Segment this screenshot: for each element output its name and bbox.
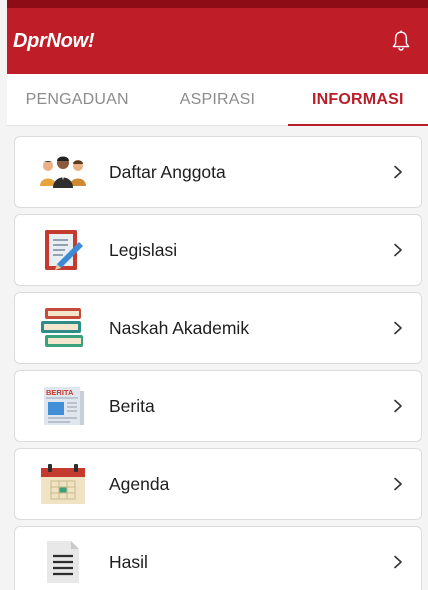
menu-item-legislasi[interactable]: Legislasi <box>14 214 422 286</box>
chevron-right-icon <box>391 399 405 413</box>
menu-item-label: Hasil <box>109 551 148 572</box>
chevron-right-icon <box>391 321 405 335</box>
menu-item-label: Naskah Akademik <box>109 317 250 338</box>
screen: DprNow! PENGADUAN ASPIRASI INFORMASI Daf… <box>0 0 428 590</box>
bell-icon[interactable] <box>390 29 412 53</box>
menu-item-label: Agenda <box>109 473 170 494</box>
tab-aspirasi[interactable]: ASPIRASI <box>147 74 287 125</box>
menu-item-berita[interactable]: BERITA Berita <box>14 370 422 442</box>
tab-bar: PENGADUAN ASPIRASI INFORMASI <box>7 74 428 126</box>
menu-item-hasil[interactable]: Hasil <box>14 526 422 590</box>
menu-item-label: Legislasi <box>109 239 178 260</box>
document-icon <box>35 536 91 588</box>
legislation-icon <box>35 224 91 276</box>
menu-item-naskah-akademik[interactable]: Naskah Akademik <box>14 292 422 364</box>
members-icon <box>35 146 91 198</box>
menu-item-agenda[interactable]: Agenda <box>14 448 422 520</box>
tab-informasi[interactable]: INFORMASI <box>287 74 428 126</box>
books-icon <box>35 302 91 354</box>
newspaper-badge-text: BERITA <box>46 388 74 397</box>
menu-item-label: Berita <box>109 395 155 416</box>
chevron-right-icon <box>391 165 405 179</box>
app-bar: DprNow! <box>7 8 428 74</box>
chevron-right-icon <box>391 243 405 257</box>
status-bar <box>7 0 428 8</box>
newspaper-icon: BERITA <box>35 380 91 432</box>
chevron-right-icon <box>391 477 405 491</box>
menu-item-daftar-anggota[interactable]: Daftar Anggota <box>14 136 422 208</box>
menu-item-label: Daftar Anggota <box>109 161 226 182</box>
calendar-icon <box>35 458 91 510</box>
chevron-right-icon <box>391 555 405 569</box>
tab-pengaduan[interactable]: PENGADUAN <box>7 74 147 125</box>
app-logo: DprNow! <box>13 29 95 52</box>
info-menu-list: Daftar Anggota Legislasi Naskah Akademik… <box>14 136 422 590</box>
